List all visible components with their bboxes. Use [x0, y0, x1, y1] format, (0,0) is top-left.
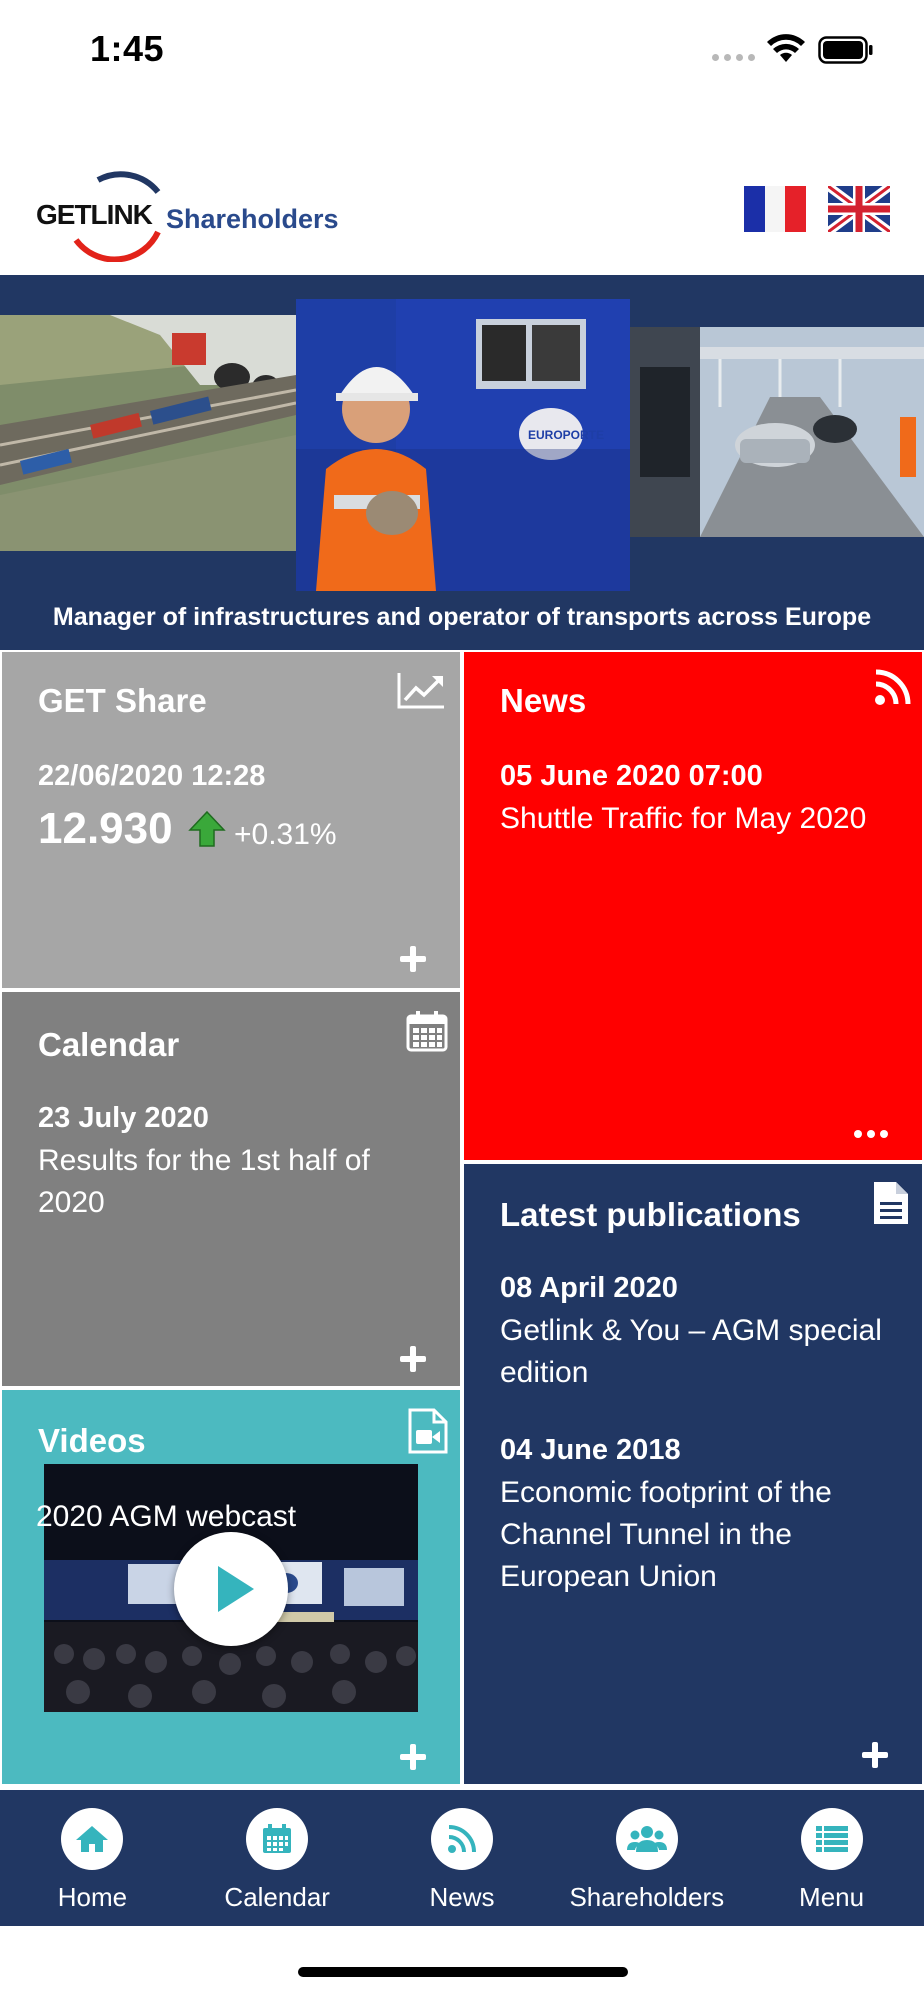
rss-icon: [430, 1808, 493, 1870]
app-header: GETLINK Shareholders: [0, 110, 924, 275]
uk-flag-icon[interactable]: [828, 186, 890, 232]
publications-more-icon[interactable]: [860, 1740, 890, 1770]
share-title: GET Share: [38, 682, 207, 719]
home-indicator[interactable]: [298, 1967, 628, 1977]
nav-label-shareholders: Shareholders: [569, 1882, 725, 1912]
news-headline[interactable]: Shuttle Traffic for May 2020: [500, 798, 890, 840]
nav-item-home[interactable]: Home: [0, 1790, 184, 1913]
getlink-logo[interactable]: GETLINK Shareholders: [36, 162, 346, 262]
nav-item-news[interactable]: News: [370, 1790, 554, 1913]
europorte-worker-photo: EUROPORTE: [296, 299, 630, 591]
wifi-icon: [767, 34, 805, 62]
share-more-icon[interactable]: [398, 944, 428, 974]
publication-date: 04 June 2018: [500, 1434, 681, 1466]
nav-item-calendar[interactable]: Calendar: [185, 1790, 369, 1913]
play-icon[interactable]: [174, 1532, 288, 1646]
nav-item-menu[interactable]: Menu: [740, 1790, 924, 1913]
publication-title[interactable]: Economic footprint of the Channel Tunnel…: [500, 1472, 900, 1598]
publication-title[interactable]: Getlink & You – AGM special edition: [500, 1310, 900, 1394]
french-flag-icon[interactable]: [744, 186, 806, 232]
status-time: 1:45: [90, 28, 165, 69]
calendar-date: 23 July 2020: [38, 1102, 209, 1134]
hero-banner: EUROPORTE Manager of infrastructures and…: [0, 275, 924, 650]
news-title: News: [500, 682, 587, 719]
status-bar: 1:45: [0, 0, 924, 110]
calendar-icon: [246, 1808, 309, 1870]
videos-more-icon[interactable]: [398, 1742, 428, 1772]
news-tile[interactable]: News 05 June 2020 07:00 Shuttle Traffic …: [464, 652, 922, 1160]
svg-text:GETLINK: GETLINK: [36, 199, 153, 230]
video-title[interactable]: 2020 AGM webcast: [36, 1500, 296, 1534]
publication-date: 08 April 2020: [500, 1272, 678, 1304]
nav-label-menu: Menu: [799, 1882, 865, 1912]
chart-line-icon: [397, 673, 444, 709]
calendar-title: Calendar: [38, 1026, 180, 1063]
video-file-icon: [408, 1408, 448, 1454]
share-price: 12.930: [38, 804, 173, 853]
nav-label-home: Home: [57, 1882, 128, 1912]
share-change: +0.31%: [234, 818, 337, 851]
nav-item-shareholders[interactable]: Shareholders: [555, 1790, 739, 1913]
svg-text:EUROPORTE: EUROPORTE: [528, 428, 604, 442]
share-timestamp: 22/06/2020 12:28: [38, 760, 266, 792]
tunnel-terminal-photo: [0, 315, 296, 551]
calendar-tile[interactable]: Calendar 23 July 2020 Results for the 1s…: [2, 992, 460, 1386]
rss-icon: [875, 669, 911, 705]
videos-title: Videos: [38, 1422, 146, 1459]
signal-icon: [712, 54, 755, 61]
home-icon: [61, 1808, 124, 1870]
battery-icon: [818, 36, 873, 64]
calendar-event[interactable]: Results for the 1st half of 2020: [38, 1140, 428, 1224]
news-date: 05 June 2020 07:00: [500, 760, 763, 792]
videos-tile[interactable]: Videos 2020 AGM webcast: [2, 1390, 460, 1784]
share-tile[interactable]: GET Share 22/06/2020 12:28 12.930 +0.31%: [2, 652, 460, 988]
calendar-icon: [406, 1011, 448, 1052]
users-icon: [615, 1808, 678, 1870]
list-icon: [800, 1808, 863, 1870]
publications-tile[interactable]: Latest publications 08 April 2020 Getlin…: [464, 1164, 922, 1784]
nav-label-calendar: Calendar: [224, 1882, 330, 1912]
arrow-up-icon: [188, 810, 226, 847]
shuttle-loading-photo: [630, 327, 924, 537]
bottom-nav: Home Calendar News Shareholders Menu: [0, 1790, 924, 1926]
calendar-more-icon[interactable]: [398, 1344, 428, 1374]
svg-text:Shareholders: Shareholders: [166, 204, 339, 234]
banner-tagline: Manager of infrastructures and operator …: [52, 603, 872, 631]
more-dots-icon[interactable]: [854, 1130, 888, 1138]
document-icon: [874, 1182, 908, 1224]
publications-title: Latest publications: [500, 1196, 801, 1233]
nav-label-news: News: [429, 1882, 495, 1912]
